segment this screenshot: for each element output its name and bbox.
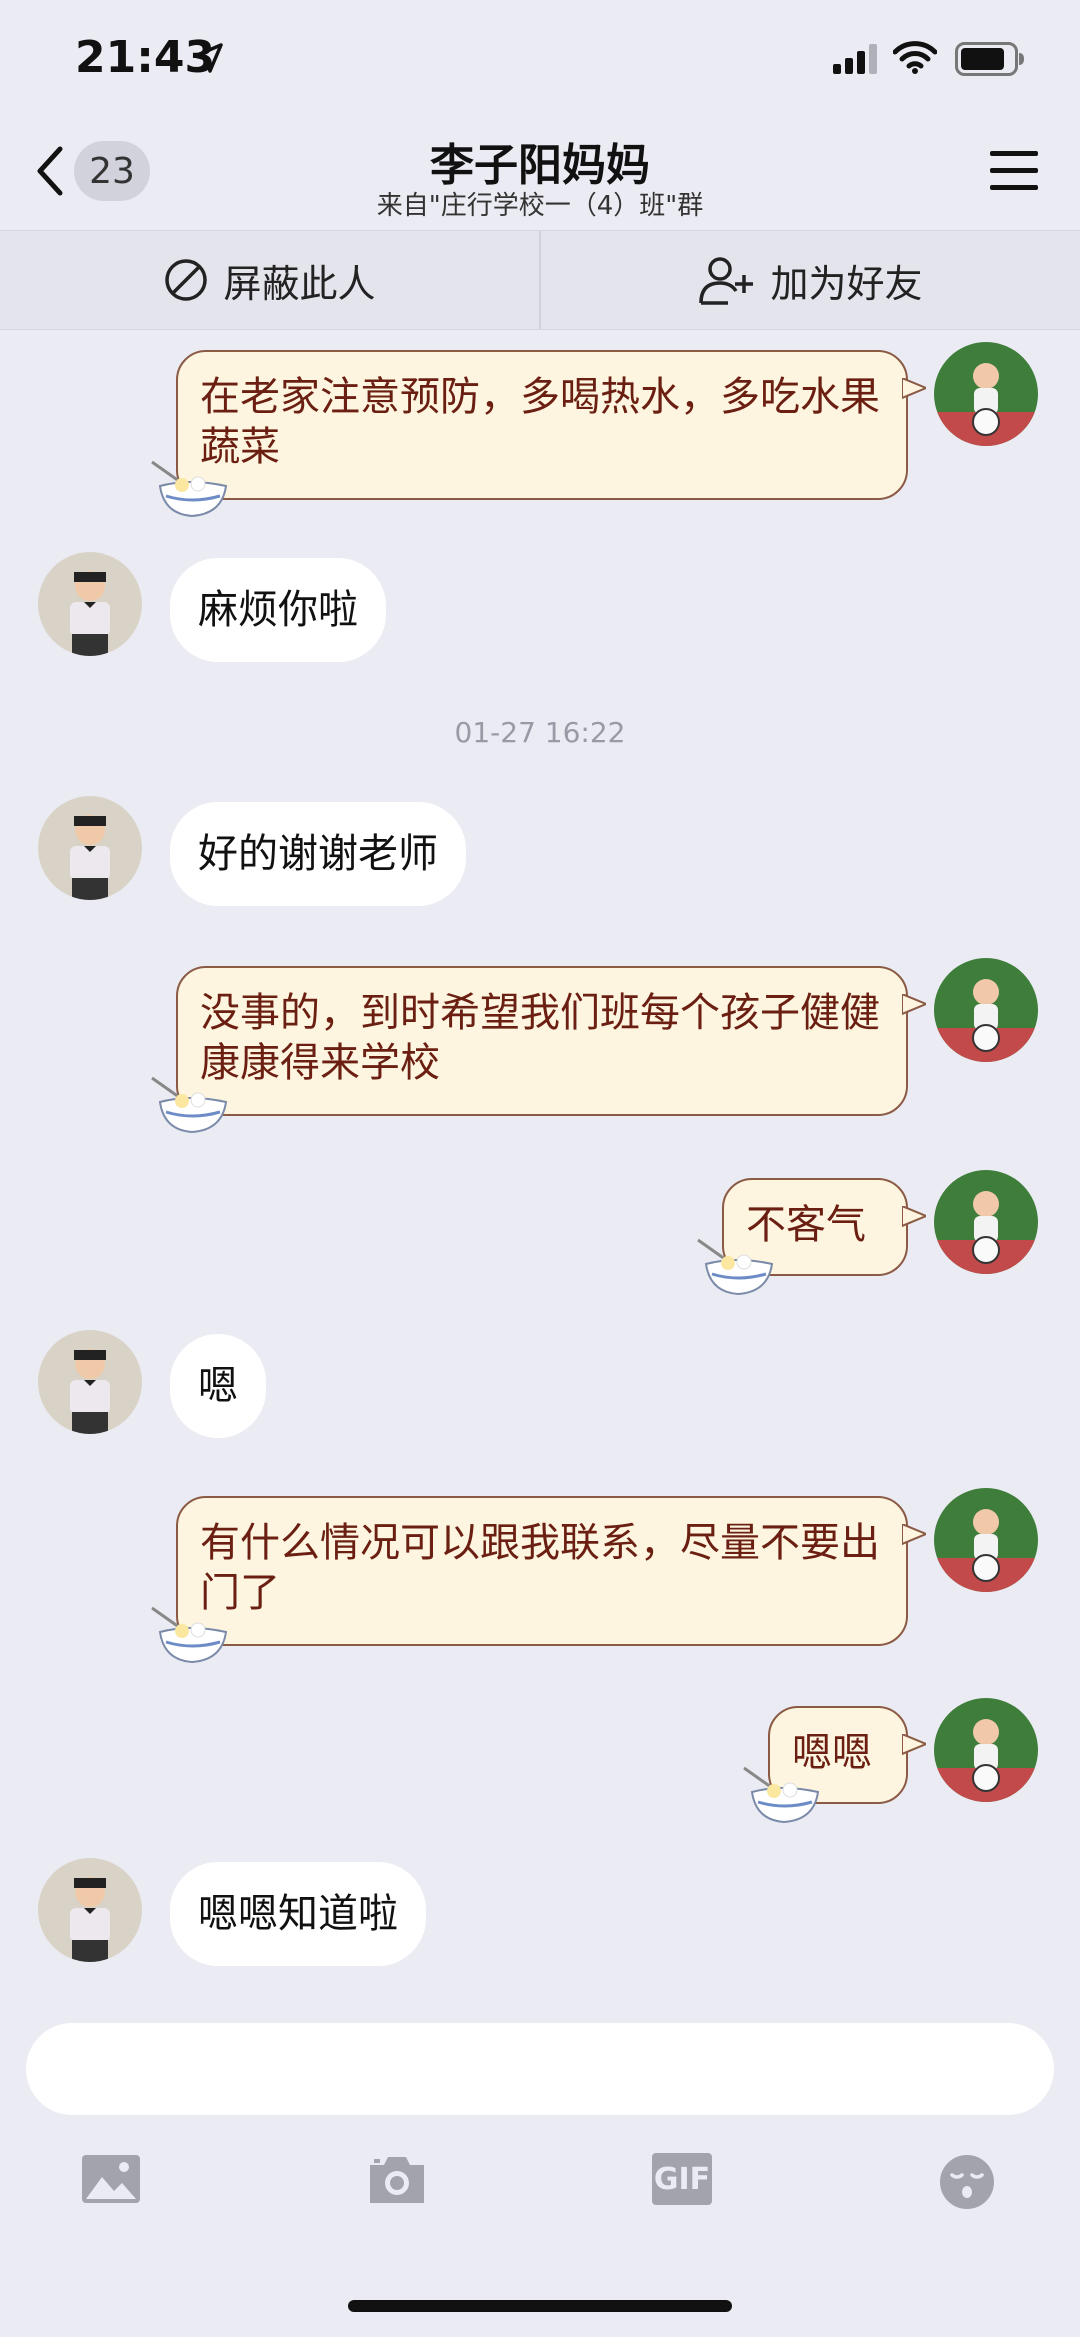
message-text: 在老家注意预防，多喝热水，多吃水果蔬菜 xyxy=(200,374,880,470)
message-input[interactable] xyxy=(26,2023,1054,2115)
message-list: 在老家注意预防，多喝热水，多吃水果蔬菜 麻烦你啦 01-27 16:22 好的谢… xyxy=(0,330,1080,2000)
gif-label: GIF xyxy=(653,2161,711,2197)
message-bubble-incoming[interactable]: 嗯嗯知道啦 xyxy=(170,1862,426,1966)
my-avatar[interactable] xyxy=(934,1488,1038,1592)
home-indicator[interactable] xyxy=(348,2300,732,2312)
message-timestamp: 01-27 16:22 xyxy=(454,716,626,749)
my-avatar[interactable] xyxy=(934,958,1038,1062)
message-bubble-outgoing[interactable]: 在老家注意预防，多喝热水，多吃水果蔬菜 xyxy=(176,350,926,500)
add-friend-label: 加为好友 xyxy=(770,261,923,306)
group-source-subtitle: 来自"庄行学校一（4）班"群 xyxy=(376,191,704,221)
nav-bar: 23 李子阳妈妈 来自"庄行学校一（4）班"群 xyxy=(0,115,1080,230)
battery-icon xyxy=(955,42,1024,76)
status-bar: 21:43 xyxy=(0,0,1080,115)
message-text: 麻烦你啦 xyxy=(198,587,358,633)
message-text: 没事的，到时希望我们班每个孩子健健康康得来学校 xyxy=(200,990,880,1086)
message-text: 嗯嗯知道啦 xyxy=(198,1891,398,1937)
message-bubble-incoming[interactable]: 嗯 xyxy=(170,1334,266,1438)
block-icon xyxy=(165,259,208,301)
bowl-decoration-icon xyxy=(151,1606,228,1664)
location-arrow-icon xyxy=(193,43,223,73)
my-avatar[interactable] xyxy=(934,342,1038,446)
message-bubble-outgoing[interactable]: 有什么情况可以跟我联系，尽量不要出门了 xyxy=(176,1496,926,1646)
page-title: 李子阳妈妈 xyxy=(430,140,650,191)
bowl-decoration-icon xyxy=(697,1238,774,1296)
bowl-decoration-icon xyxy=(151,1076,228,1134)
block-user-button[interactable]: 屏蔽此人 xyxy=(0,231,539,329)
emoji-icon[interactable] xyxy=(938,2153,996,2211)
contact-avatar[interactable] xyxy=(38,552,142,656)
contact-avatar[interactable] xyxy=(38,1858,142,1962)
message-bubble-incoming[interactable]: 好的谢谢老师 xyxy=(170,802,466,906)
gif-button[interactable]: GIF xyxy=(652,2153,712,2205)
my-avatar[interactable] xyxy=(934,1170,1038,1274)
my-avatar[interactable] xyxy=(934,1698,1038,1802)
menu-icon[interactable] xyxy=(988,147,1040,195)
message-text: 嗯 xyxy=(198,1363,238,1409)
wifi-icon xyxy=(893,41,937,74)
add-friend-icon xyxy=(699,257,754,305)
message-text: 有什么情况可以跟我联系，尽量不要出门了 xyxy=(200,1520,880,1616)
message-bubble-outgoing[interactable]: 没事的，到时希望我们班每个孩子健健康康得来学校 xyxy=(176,966,926,1116)
bowl-decoration-icon xyxy=(743,1766,820,1824)
cellular-signal-icon xyxy=(833,44,877,74)
camera-icon[interactable] xyxy=(366,2153,428,2207)
bowl-decoration-icon xyxy=(151,460,228,518)
block-user-label: 屏蔽此人 xyxy=(223,261,376,306)
add-friend-button[interactable]: 加为好友 xyxy=(541,231,1080,329)
contact-avatar[interactable] xyxy=(38,796,142,900)
message-text: 好的谢谢老师 xyxy=(198,831,438,877)
contact-avatar[interactable] xyxy=(38,1330,142,1434)
image-picker-icon[interactable] xyxy=(80,2153,142,2205)
message-bubble-incoming[interactable]: 麻烦你啦 xyxy=(170,558,386,662)
action-bar: 屏蔽此人 加为好友 xyxy=(0,230,1080,330)
